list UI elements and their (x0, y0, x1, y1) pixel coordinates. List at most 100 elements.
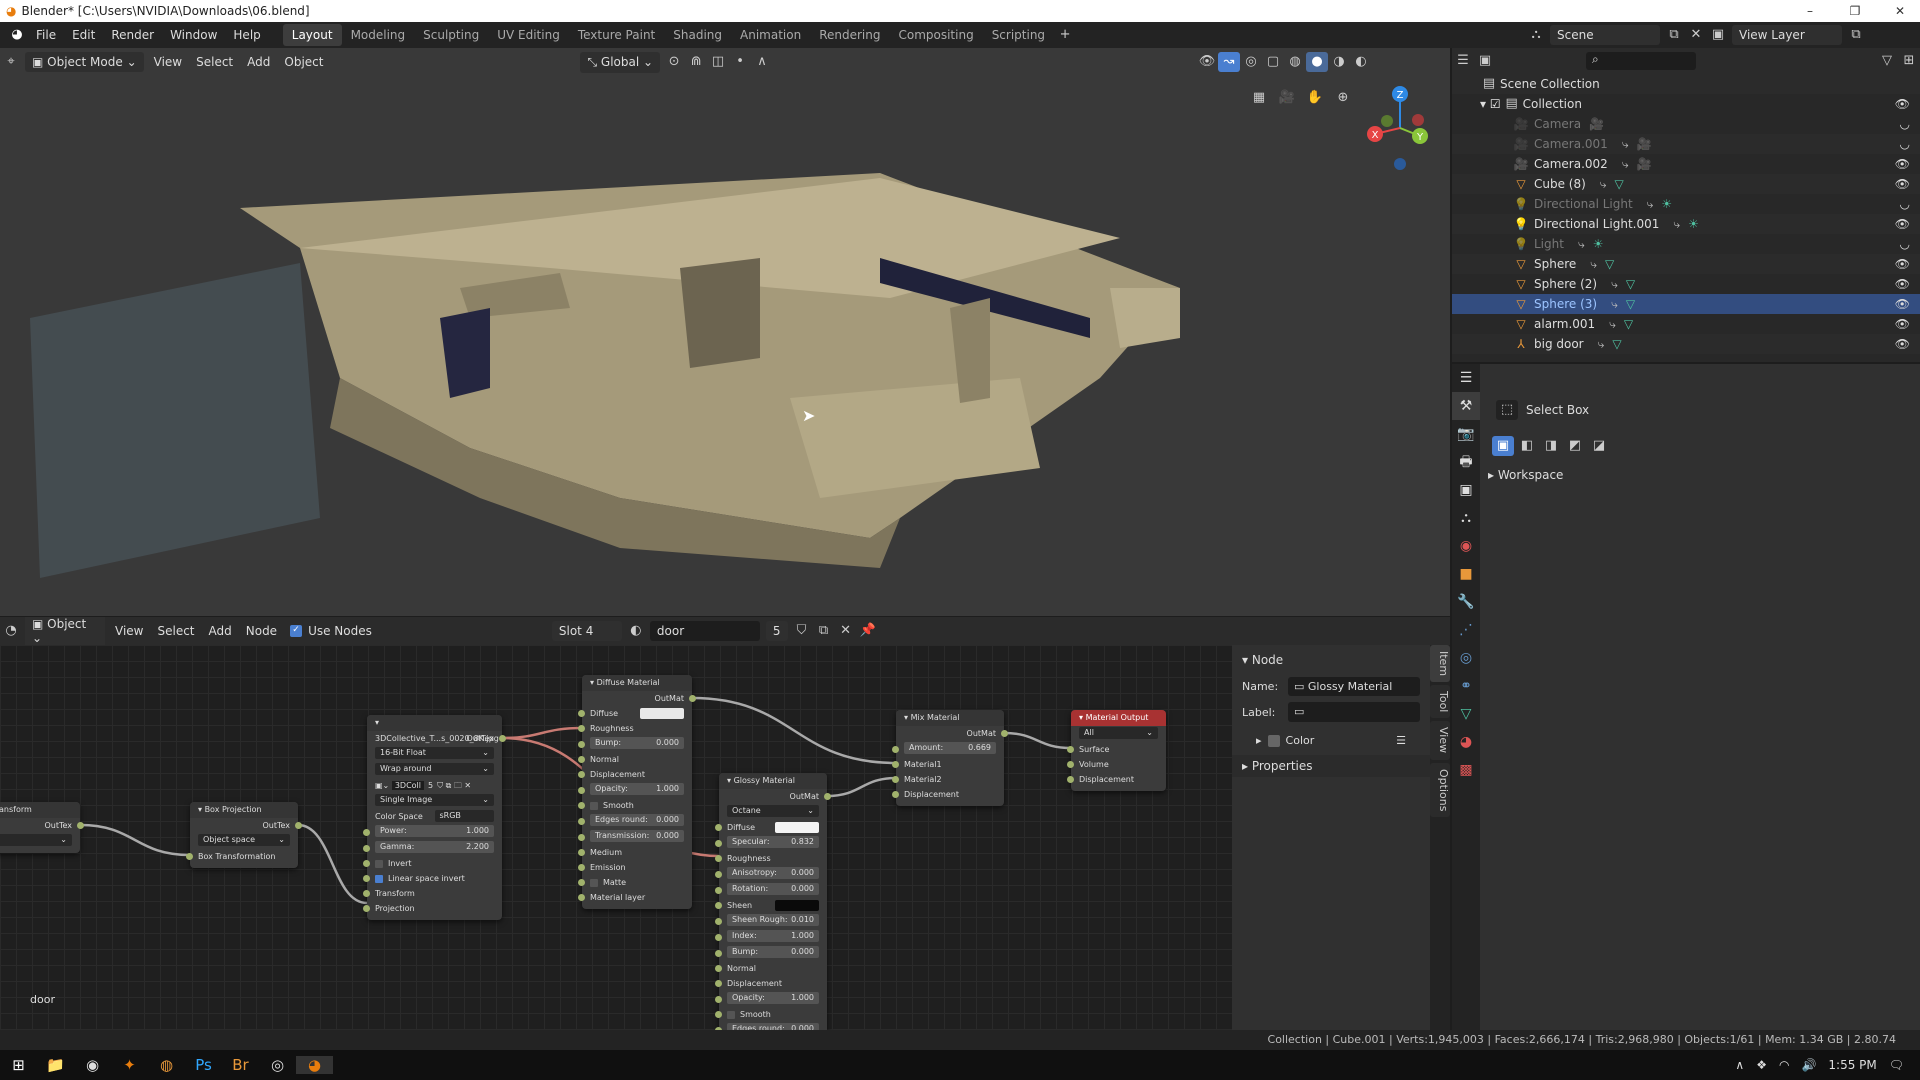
color-presets-icon[interactable]: ☰ (1396, 734, 1406, 747)
expand-arrow-icon[interactable]: ▾ (1480, 97, 1490, 111)
input-socket[interactable] (578, 894, 585, 901)
eye-closed-icon[interactable]: ◡ (1900, 197, 1910, 211)
input-socket[interactable] (363, 905, 370, 912)
eye-icon[interactable]: 👁 (1895, 297, 1910, 311)
input-socket[interactable] (363, 845, 370, 852)
select-invert-icon[interactable]: ◩ (1564, 436, 1586, 456)
tab-layout[interactable]: Layout (282, 24, 342, 46)
input-socket[interactable] (363, 890, 370, 897)
eye-icon[interactable]: 👁 (1895, 157, 1910, 171)
blender-menu-icon[interactable]: ◕ (6, 25, 28, 45)
view-layer-selector[interactable]: View Layer (1732, 25, 1842, 45)
input-socket[interactable] (715, 824, 722, 831)
input-socket[interactable] (715, 980, 722, 987)
volume-icon[interactable]: 🔊 (1801, 1058, 1816, 1072)
output-socket[interactable] (824, 793, 831, 800)
input-socket[interactable] (578, 741, 585, 748)
tab-modeling[interactable]: Modeling (342, 24, 415, 46)
physics-tab-icon[interactable]: ◎ (1452, 644, 1480, 672)
mesh-data-tab-icon[interactable]: ▽ (1452, 700, 1480, 728)
value-field[interactable]: Index: 1.000 (727, 930, 819, 942)
display-mode-icon[interactable]: ▣ (1474, 51, 1496, 71)
editor-type-icon[interactable]: ☰ (1452, 364, 1480, 392)
menu-file[interactable]: File (28, 28, 64, 42)
dropdown[interactable]: Wrap around ⌄ (375, 763, 494, 775)
camera-data-icon[interactable]: 🎥 (1589, 117, 1604, 131)
camera-data-icon[interactable]: 🎥 (1637, 137, 1652, 151)
select-new-icon[interactable]: ▣ (1492, 436, 1514, 456)
input-socket[interactable] (892, 791, 899, 798)
node-header[interactable]: ▾ Material Output (1071, 710, 1166, 726)
scene-icon[interactable]: ⛬ (1525, 25, 1547, 45)
input-socket[interactable] (578, 756, 585, 763)
tab-scripting[interactable]: Scripting (983, 24, 1054, 46)
empty-data-icon[interactable]: ▽ (1612, 337, 1621, 351)
sidebar-tab-view[interactable]: View (1430, 721, 1450, 760)
editor-type-icon[interactable]: ◔ (0, 621, 22, 641)
dropdown[interactable]: ⌄ (0, 834, 72, 846)
value-field[interactable]: Transmission: 0.000 (590, 830, 684, 842)
output-socket[interactable] (689, 695, 696, 702)
node-menu-view[interactable]: View (108, 621, 150, 641)
node-diffuse-material[interactable]: ▾ Diffuse Material OutMat Diffuse Roughness… (578, 675, 696, 909)
eye-icon[interactable]: 👁 (1895, 337, 1910, 351)
node-menu-node[interactable]: Node (239, 621, 284, 641)
node-header[interactable]: ▾ 3DCollective_T...s_0020_8K.jpg (367, 715, 502, 743)
color-swatch[interactable] (640, 708, 684, 719)
eye-icon[interactable]: 👁 (1895, 97, 1910, 111)
outliner-editor-type-icon[interactable]: ☰ (1452, 51, 1474, 71)
node-material-output[interactable]: ▾ Material Output All ⌄ Surface Volume Displa… (1067, 710, 1166, 791)
material-users-count[interactable]: 5 (765, 621, 788, 641)
chrome-icon[interactable]: ◉ (74, 1056, 111, 1074)
view-layer-icon[interactable]: ▣ (1707, 25, 1729, 45)
value-field[interactable]: Amount: 0.669 (904, 742, 996, 754)
outliner-search-input[interactable]: ⌕ (1586, 52, 1696, 70)
value-field[interactable]: Sheen Rough: 0.010 (727, 914, 819, 926)
eye-icon[interactable]: 👁 (1895, 277, 1910, 291)
image-actions-icon[interactable]: ⛉ ⧉ 🗀 ✕ (437, 781, 471, 790)
eye-closed-icon[interactable]: ◡ (1900, 117, 1910, 131)
input-socket[interactable] (363, 860, 370, 867)
object-tab-icon[interactable]: ■ (1452, 560, 1480, 588)
checkbox[interactable] (590, 801, 598, 810)
use-nodes-checkbox[interactable]: ✓ (290, 625, 303, 637)
node-header[interactable]: ▾ Glossy Material (719, 773, 827, 789)
light-data-icon[interactable]: ☀ (1688, 217, 1699, 231)
mesh-data-icon[interactable]: ▽ (1626, 297, 1635, 311)
blender-taskbar-icon[interactable]: ◕ (296, 1056, 333, 1074)
input-socket[interactable] (715, 934, 722, 941)
value-field[interactable]: Anisotropy: 0.000 (727, 867, 819, 879)
input-socket[interactable] (715, 840, 722, 847)
dropdown[interactable]: Octane ⌄ (727, 805, 819, 817)
node-label-field[interactable]: ▭ (1288, 702, 1420, 722)
workspace-panel[interactable]: ▸ Workspace (1488, 468, 1563, 482)
input-socket[interactable] (578, 802, 585, 809)
color-subpanel[interactable]: ▸ Color ☰ (1232, 726, 1430, 755)
node-image-texture[interactable]: ▾ 3DCollective_T...s_0020_8K.jpg OutTex 16… (363, 715, 506, 920)
outliner-item[interactable]: 🎥 Camera.001 ⤷ 🎥 ◡ (1452, 134, 1920, 154)
input-socket[interactable] (363, 829, 370, 836)
input-socket[interactable] (578, 818, 585, 825)
eye-icon[interactable]: 👁 (1895, 257, 1910, 271)
add-workspace-icon[interactable]: + (1054, 25, 1076, 45)
world-tab-icon[interactable]: ◉ (1452, 532, 1480, 560)
new-collection-icon[interactable]: ⊞ (1898, 51, 1920, 71)
tab-shading[interactable]: Shading (664, 24, 731, 46)
node-menu-select[interactable]: Select (150, 621, 201, 641)
input-socket[interactable] (715, 918, 722, 925)
value-field[interactable]: Rotation: 0.000 (727, 883, 819, 895)
fake-user-icon[interactable]: ⛉ (791, 621, 813, 641)
value-field[interactable]: Bump: 0.000 (727, 946, 819, 958)
value-field[interactable]: Opacity: 1.000 (590, 783, 684, 795)
collapse-arrow-icon[interactable]: ▾ (375, 718, 379, 727)
input-socket[interactable] (578, 771, 585, 778)
input-socket[interactable] (715, 950, 722, 957)
input-socket[interactable] (892, 761, 899, 768)
sidebar-tab-options[interactable]: Options (1430, 762, 1450, 817)
scene-tab-icon[interactable]: ⛬ (1452, 504, 1480, 532)
particles-tab-icon[interactable]: ⋰ (1452, 616, 1480, 644)
tray-expand-icon[interactable]: ∧ (1735, 1058, 1744, 1072)
input-socket[interactable] (715, 1011, 722, 1018)
firefox-icon[interactable]: ◍ (148, 1056, 185, 1074)
dropdown[interactable]: 16-Bit Float ⌄ (375, 747, 494, 759)
